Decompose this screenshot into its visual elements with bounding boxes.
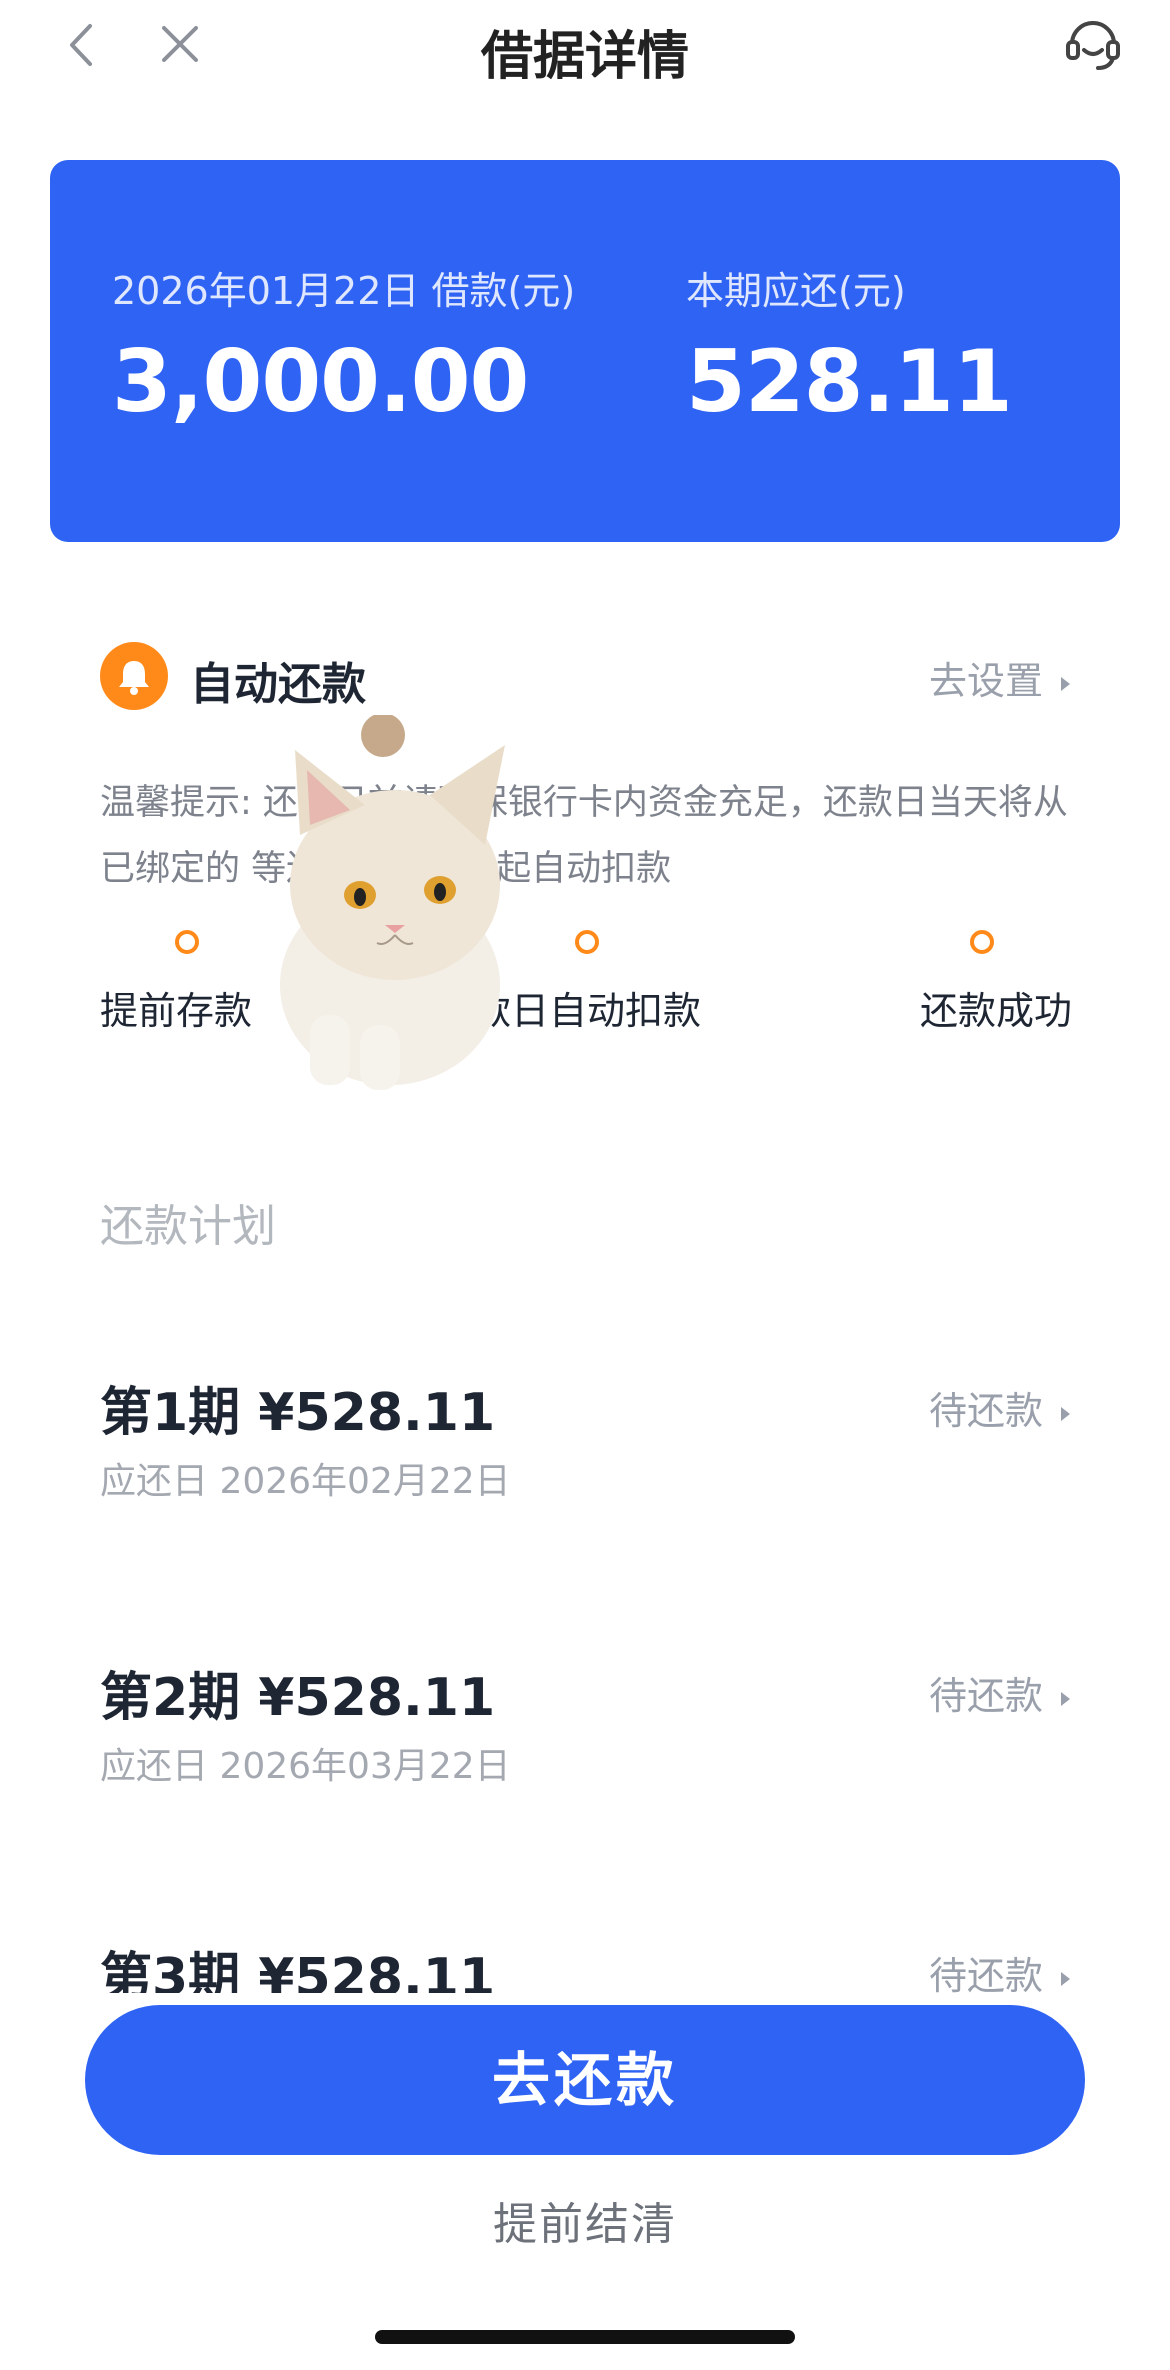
settings-link-label: 去设置 xyxy=(928,659,1043,703)
current-due-label: 本期应还(元) xyxy=(686,269,906,313)
loan-summary-card: 2026年01月22日 借款(元) 3,000.00 本期应还(元) 528.1… xyxy=(50,160,1120,542)
auto-repay-tip: 温馨提示: 还款日前请确保银行卡内资金充足，还款日当天将从 已绑定的 等还款银行… xyxy=(100,770,1080,902)
period-status-label: 待还款 xyxy=(928,1389,1043,1433)
headset-icon[interactable] xyxy=(1062,12,1124,74)
page-title: 借据详情 xyxy=(480,27,689,87)
repay-button[interactable]: 去还款 xyxy=(85,2005,1085,2155)
plan-period-item[interactable]: 第1期 ¥528.11 应还日 2026年02月22日 待还款 xyxy=(100,1370,1070,1510)
step-dot-icon xyxy=(175,930,199,954)
caret-right-icon xyxy=(1061,676,1070,691)
current-due-amount: 528.11 xyxy=(686,332,1013,432)
early-settle-link[interactable]: 提前结清 xyxy=(0,2188,1170,2252)
caret-right-icon xyxy=(1061,1406,1070,1421)
auto-repay-steps: 提前存款 还款日自动扣款 还款成功 xyxy=(100,930,1073,1050)
loan-amount: 3,000.00 xyxy=(112,332,529,432)
auto-repay-title: 自动还款 xyxy=(190,659,366,710)
repayment-plan-title: 还款计划 xyxy=(100,1201,276,1252)
step-label: 提前存款 xyxy=(100,989,253,1033)
caret-right-icon xyxy=(1061,1691,1070,1706)
auto-repay-row: 自动还款 去设置 xyxy=(100,638,1070,718)
period-title: 第1期 ¥528.11 xyxy=(100,1383,496,1443)
period-status-label: 待还款 xyxy=(928,1954,1043,1993)
period-status-label: 待还款 xyxy=(928,1674,1043,1718)
step-dot-icon xyxy=(575,930,599,954)
plan-period-item[interactable]: 第2期 ¥528.11 应还日 2026年03月22日 待还款 xyxy=(100,1655,1070,1795)
period-status: 待还款 xyxy=(929,1665,1070,1720)
tip-line-1: 温馨提示: 还款日前请确保银行卡内资金充足，还款日当天将从 xyxy=(100,783,1068,823)
tip-line-2: 已绑定的 等还款银行卡发起自动扣款 xyxy=(100,849,671,889)
step-dot-icon xyxy=(970,930,994,954)
period-status: 待还款 xyxy=(929,1945,1070,1993)
period-due-date: 应还日 2026年02月22日 xyxy=(100,1461,511,1502)
home-indicator xyxy=(375,2330,795,2344)
caret-right-icon xyxy=(1061,1971,1070,1986)
period-due-date: 应还日 2026年03月22日 xyxy=(100,1746,511,1787)
period-status: 待还款 xyxy=(929,1380,1070,1435)
nav-bar: 借据详情 xyxy=(0,0,1170,100)
bell-icon xyxy=(100,642,168,710)
period-title: 第2期 ¥528.11 xyxy=(100,1668,496,1728)
period-title: 第3期 ¥528.11 xyxy=(100,1948,496,1993)
cat-sticker xyxy=(280,715,505,1090)
loan-date-label: 2026年01月22日 借款(元) xyxy=(112,269,576,313)
auto-repay-settings-link[interactable]: 去设置 xyxy=(929,650,1070,705)
plan-period-item[interactable]: 第3期 ¥528.11 待还款 xyxy=(100,1935,1070,1993)
step-label: 还款成功 xyxy=(920,989,1073,1033)
